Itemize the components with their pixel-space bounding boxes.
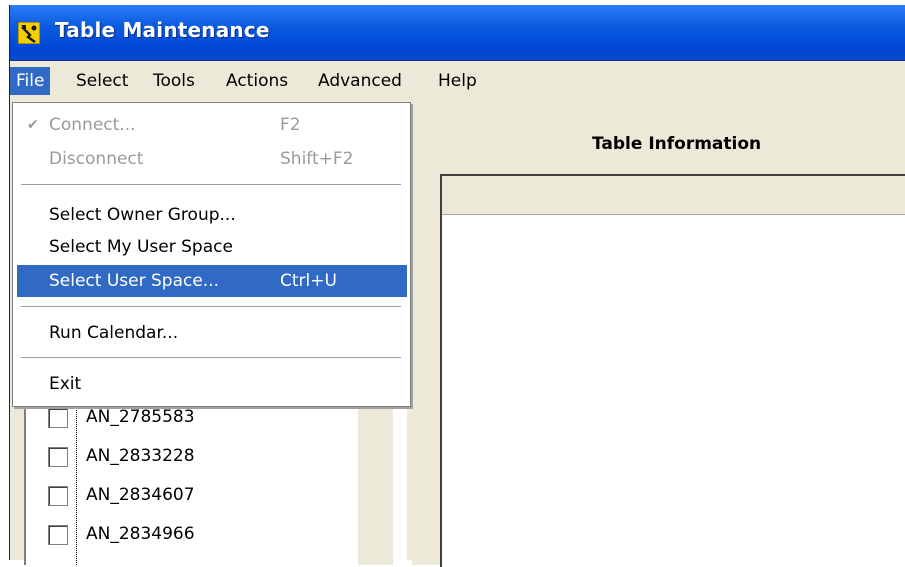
- row-checkbox[interactable]: [48, 447, 68, 467]
- menu-tools[interactable]: Tools: [147, 67, 201, 95]
- menu-item-run-calendar[interactable]: Run Calendar...: [13, 317, 406, 349]
- table-row[interactable]: AN_2834966 T: [26, 515, 407, 554]
- menu-item-label: Exit: [49, 374, 82, 394]
- menu-item-shortcut: F2: [280, 115, 301, 135]
- row-checkbox[interactable]: [48, 525, 68, 545]
- row-checkbox[interactable]: [48, 486, 68, 506]
- menu-select[interactable]: Select: [70, 67, 134, 95]
- menu-item-shortcut: Shift+F2: [280, 149, 354, 169]
- menu-item-select-user-space[interactable]: Select User Space... Ctrl+U: [17, 265, 407, 297]
- table-name: AN_2834966: [86, 524, 195, 544]
- menu-item-label: Run Calendar...: [49, 323, 179, 343]
- table-row[interactable]: AN_2834607 T: [26, 476, 407, 515]
- menu-item-select-owner-group[interactable]: Select Owner Group...: [13, 199, 406, 231]
- file-menu-dropdown: ✔ Connect... F2 Disconnect Shift+F2 Sele…: [12, 102, 411, 407]
- table-name: AN_2834607: [86, 485, 195, 505]
- app-window: Table Maintenance File Select Tools Acti…: [9, 5, 905, 567]
- table-info-heading: Table Information: [592, 134, 762, 154]
- window-title: Table Maintenance: [55, 18, 270, 42]
- title-bar[interactable]: Table Maintenance: [10, 5, 905, 61]
- table-info-grid[interactable]: [440, 174, 905, 567]
- menu-separator: [21, 184, 401, 186]
- menu-item-label: Connect...: [49, 115, 136, 135]
- table-row[interactable]: AN_2833228 T: [26, 437, 407, 476]
- menu-item-label: Select My User Space: [49, 237, 233, 257]
- menu-advanced[interactable]: Advanced: [312, 67, 408, 95]
- check-icon: ✔: [27, 117, 39, 133]
- row-checkbox[interactable]: [48, 408, 68, 428]
- grid-header: [442, 176, 905, 215]
- table-info-panel: Table Information: [412, 102, 905, 567]
- menu-bar: File Select Tools Actions Advanced Help: [10, 61, 905, 102]
- menu-item-exit[interactable]: Exit: [13, 368, 406, 400]
- menu-item-label: Disconnect: [49, 149, 144, 169]
- menu-help[interactable]: Help: [432, 67, 483, 95]
- menu-separator: [21, 357, 401, 359]
- menu-separator: [21, 306, 401, 308]
- menu-item-select-my-user-space[interactable]: Select My User Space: [13, 231, 406, 263]
- menu-file[interactable]: File: [10, 67, 51, 95]
- table-name: AN_2833228: [86, 446, 195, 466]
- menu-item-label: Select User Space...: [49, 271, 220, 291]
- menu-item-disconnect[interactable]: Disconnect Shift+F2: [13, 143, 406, 175]
- menu-item-shortcut: Ctrl+U: [280, 271, 337, 291]
- menu-actions[interactable]: Actions: [220, 67, 294, 95]
- menu-item-label: Select Owner Group...: [49, 205, 236, 225]
- app-icon: [18, 22, 40, 44]
- menu-item-connect[interactable]: ✔ Connect... F2: [13, 109, 406, 141]
